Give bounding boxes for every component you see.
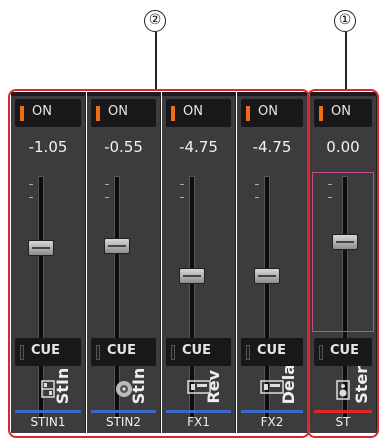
- stereo-group-frame: [307, 89, 379, 438]
- input-group-frame: [8, 89, 310, 438]
- callout-2-leader: [155, 32, 157, 90]
- callout-2: ②: [144, 10, 166, 32]
- callout-1: ①: [334, 10, 356, 32]
- callout-1-leader: [345, 32, 347, 90]
